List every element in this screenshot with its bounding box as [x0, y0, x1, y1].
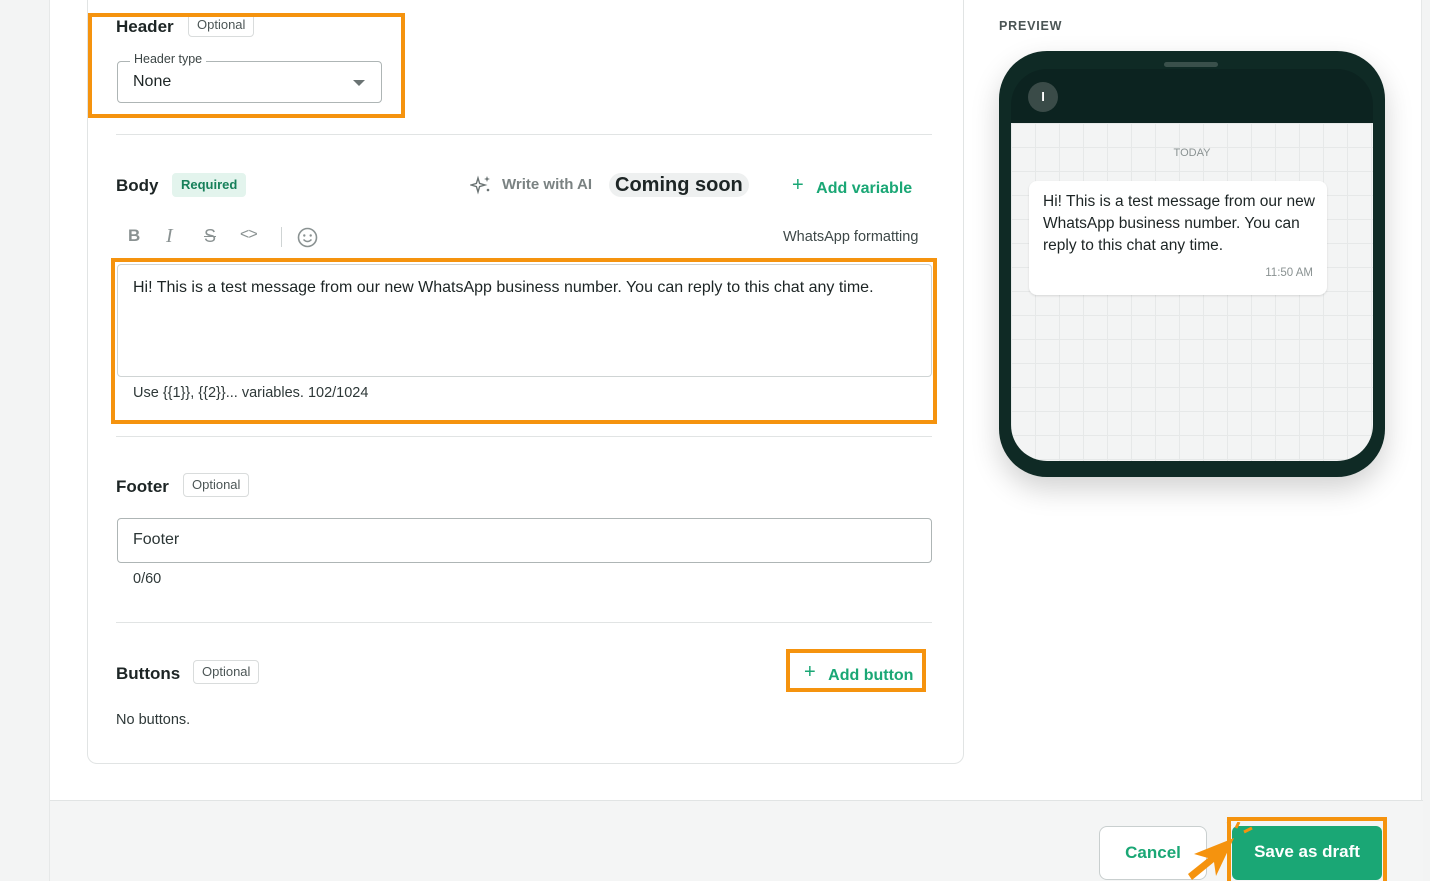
- add-variable-button[interactable]: + Add variable: [792, 174, 913, 197]
- message-text: Hi! This is a test message from our new …: [1043, 193, 1315, 254]
- divider-3: [116, 622, 932, 623]
- footer-placeholder: Footer: [133, 531, 180, 548]
- emoji-icon[interactable]: [297, 227, 318, 248]
- phone-preview: I TODAY Hi! This is a test message from …: [999, 51, 1385, 477]
- plus-icon: +: [792, 174, 804, 196]
- preview-label: PREVIEW: [999, 19, 1063, 33]
- toolbar-divider: [281, 227, 282, 247]
- bold-icon[interactable]: B: [128, 226, 140, 246]
- body-section-title: Body: [116, 176, 159, 195]
- footer-counter: 0/60: [133, 571, 162, 587]
- message-bubble: Hi! This is a test message from our new …: [1029, 181, 1327, 295]
- footer-input[interactable]: Footer: [117, 518, 932, 563]
- no-buttons-text: No buttons.: [116, 712, 191, 728]
- buttons-optional-tag: Optional: [193, 660, 260, 684]
- sparkle-ai-icon: [470, 175, 490, 195]
- buttons-section-title: Buttons: [116, 664, 181, 683]
- body-required-tag: Required: [172, 173, 247, 197]
- write-with-ai-button[interactable]: Write with AI: [502, 176, 592, 193]
- divider-1: [116, 134, 932, 135]
- chat-header: [1011, 69, 1373, 123]
- body-highlight-box: [111, 258, 937, 424]
- day-label: TODAY: [1173, 147, 1211, 159]
- italic-icon[interactable]: I: [166, 225, 173, 248]
- whatsapp-formatting-link[interactable]: WhatsApp formatting: [783, 229, 918, 245]
- footer-optional-tag: Optional: [183, 473, 250, 497]
- add-button-highlight-box: [786, 649, 926, 692]
- strikethrough-icon[interactable]: S: [204, 226, 216, 247]
- header-highlight-box: [88, 13, 405, 118]
- phone-speaker: [1164, 62, 1218, 67]
- footer-section-title: Footer: [116, 477, 169, 496]
- code-icon[interactable]: <>: [240, 226, 258, 244]
- click-cursor-icon: [1188, 822, 1253, 880]
- coming-soon-badge: Coming soon: [609, 173, 749, 197]
- add-variable-label: Add variable: [816, 180, 913, 197]
- avatar: I: [1028, 82, 1058, 112]
- chat-area: TODAY Hi! This is a test message from ou…: [1011, 123, 1373, 461]
- divider-2: [116, 436, 932, 437]
- message-time: 11:50 AM: [1265, 267, 1313, 279]
